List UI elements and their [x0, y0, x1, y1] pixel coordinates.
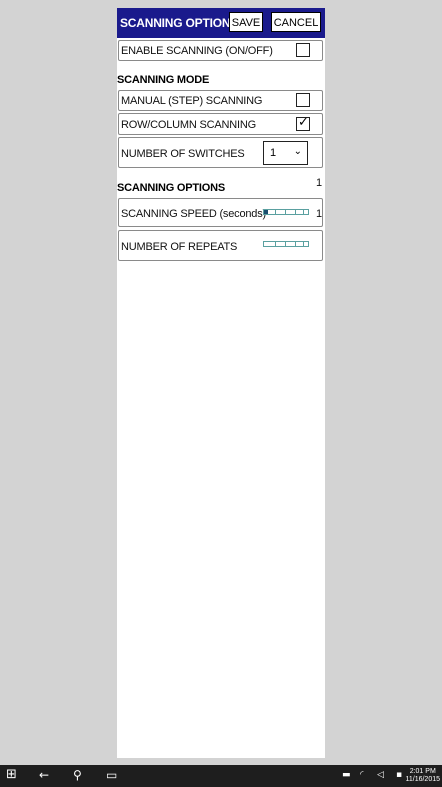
number-of-repeats-label: NUMBER OF REPEATS — [121, 241, 238, 253]
slider-tick — [303, 242, 304, 246]
manual-scanning-label: MANUAL (STEP) SCANNING — [121, 95, 263, 107]
task-view-icon[interactable]: ▭ — [106, 768, 117, 782]
scanning-speed-value: 1 — [316, 208, 323, 220]
scanning-mode-heading: SCANNING MODE — [117, 74, 210, 86]
windows-start-icon[interactable]: ⊞ — [6, 767, 17, 782]
slider-tick — [303, 210, 304, 214]
enable-scanning-row[interactable]: ENABLE SCANNING (ON/OFF) — [118, 40, 323, 61]
save-button[interactable]: SAVE — [229, 12, 263, 32]
row-column-scanning-label: ROW/COLUMN SCANNING — [121, 119, 256, 131]
back-arrow-icon[interactable]: ← — [39, 768, 49, 782]
slider-tick — [295, 210, 296, 214]
network-icon[interactable]: ◜ — [360, 770, 364, 780]
checkmark-icon: ✓ — [298, 115, 309, 130]
page-title: SCANNING OPTIONS — [120, 16, 239, 30]
manual-scanning-checkbox[interactable] — [296, 93, 310, 107]
chevron-down-icon: ⌄ — [293, 146, 302, 157]
number-of-repeats-row: NUMBER OF REPEATS — [118, 230, 323, 261]
taskbar: ⊞ ← ⚲ ▭ ▬ ◜ ◁ ▪ 2:01 PM 11/16/2015 — [0, 765, 442, 787]
clock-time: 2:01 PM — [409, 768, 436, 775]
volume-icon[interactable]: ◁ — [377, 770, 384, 780]
slider-tick — [275, 210, 276, 214]
search-icon[interactable]: ⚲ — [73, 768, 82, 782]
row-column-scanning-checkbox[interactable]: ✓ — [296, 115, 310, 131]
slider-tick — [275, 242, 276, 246]
scanning-speed-slider[interactable] — [263, 209, 309, 215]
scanning-options-heading: SCANNING OPTIONS — [117, 182, 226, 194]
cancel-button[interactable]: CANCEL — [271, 12, 321, 32]
enable-scanning-label: ENABLE SCANNING (ON/OFF) — [121, 45, 273, 57]
number-of-switches-value: 1 — [270, 147, 277, 159]
battery-icon[interactable]: ▬ — [342, 770, 351, 780]
number-of-switches-label: NUMBER OF SWITCHES — [121, 148, 245, 160]
scanning-options-value: 1 — [316, 177, 323, 189]
number-of-switches-select[interactable]: 1 ⌄ — [263, 141, 308, 165]
clock-date: 11/16/2015 — [405, 776, 440, 783]
number-of-repeats-slider[interactable] — [263, 241, 309, 247]
scanning-speed-label: SCANNING SPEED (seconds) — [121, 208, 266, 220]
clock[interactable]: 2:01 PM 11/16/2015 — [405, 768, 440, 784]
header-bar: SCANNING OPTIONS SAVE CANCEL — [117, 8, 325, 38]
number-of-switches-row: NUMBER OF SWITCHES 1 ⌄ — [118, 137, 323, 168]
row-column-scanning-row[interactable]: ROW/COLUMN SCANNING ✓ — [118, 113, 323, 135]
slider-tick — [285, 210, 286, 214]
scanning-speed-row: SCANNING SPEED (seconds) 1 — [118, 198, 323, 227]
scanning-options-panel: SCANNING OPTIONS SAVE CANCEL ENABLE SCAN… — [117, 8, 325, 758]
enable-scanning-checkbox[interactable] — [296, 43, 310, 57]
slider-tick — [295, 242, 296, 246]
notifications-icon[interactable]: ▪ — [396, 770, 402, 780]
slider-tick — [285, 242, 286, 246]
manual-scanning-row[interactable]: MANUAL (STEP) SCANNING — [118, 90, 323, 111]
scanning-speed-slider-fill — [264, 210, 268, 214]
